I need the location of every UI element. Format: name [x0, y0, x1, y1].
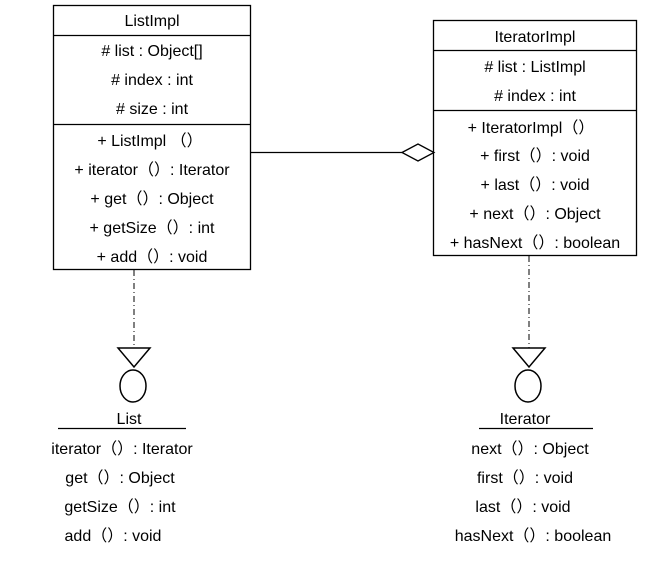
method: hasNext（）: boolean [455, 527, 612, 545]
realization-triangle-icon [116, 347, 152, 369]
realization-list [116, 270, 152, 403]
method: getSize（）: int [64, 498, 176, 516]
method: + IteratorImpl（） [468, 119, 595, 137]
interface-list: List iterator（）: Iterator get（）: Object … [51, 411, 193, 545]
method: + next（）: Object [469, 205, 601, 223]
attribute: # size : int [116, 101, 189, 118]
class-listimpl: ListImpl # list : Object[] # index : int… [52, 4, 252, 271]
interface-name: Iterator [500, 411, 551, 428]
aggregation-connector [250, 143, 436, 162]
interface-lollipop-icon [514, 369, 542, 403]
method: iterator（）: Iterator [51, 440, 193, 458]
method: add（）: void [65, 527, 162, 545]
method: + add（）: void [97, 248, 208, 266]
method: + first（）: void [480, 147, 590, 165]
method: first（）: void [477, 469, 573, 487]
attribute: # list : ListImpl [484, 59, 585, 76]
method: last（）: void [475, 498, 570, 516]
aggregation-diamond-icon [400, 143, 436, 162]
interface-iterator: Iterator next（）: Object first（）: void la… [455, 411, 612, 545]
interface-lollipop-icon [119, 369, 147, 403]
class-iteratorimpl: IteratorImpl # list : ListImpl # index :… [432, 19, 638, 257]
method: get（）: Object [65, 469, 175, 487]
method: + iterator（）: Iterator [74, 161, 230, 179]
uml-class-diagram: ListImpl # list : Object[] # index : int… [51, 4, 638, 545]
class-name: ListImpl [124, 13, 179, 30]
method: + last（）: void [481, 176, 590, 194]
method: + getSize（）: int [90, 219, 216, 237]
interface-name: List [117, 411, 142, 428]
attribute: # index : int [111, 72, 193, 89]
class-name: IteratorImpl [495, 29, 576, 46]
method: next（）: Object [471, 440, 589, 458]
realization-iterator [511, 256, 547, 403]
attribute: # index : int [494, 88, 576, 105]
method: + ListImpl （） [97, 132, 202, 150]
attribute: # list : Object[] [101, 43, 202, 60]
method: + hasNext（）: boolean [450, 234, 620, 252]
method: + get（）: Object [90, 190, 214, 208]
realization-triangle-icon [511, 347, 547, 369]
